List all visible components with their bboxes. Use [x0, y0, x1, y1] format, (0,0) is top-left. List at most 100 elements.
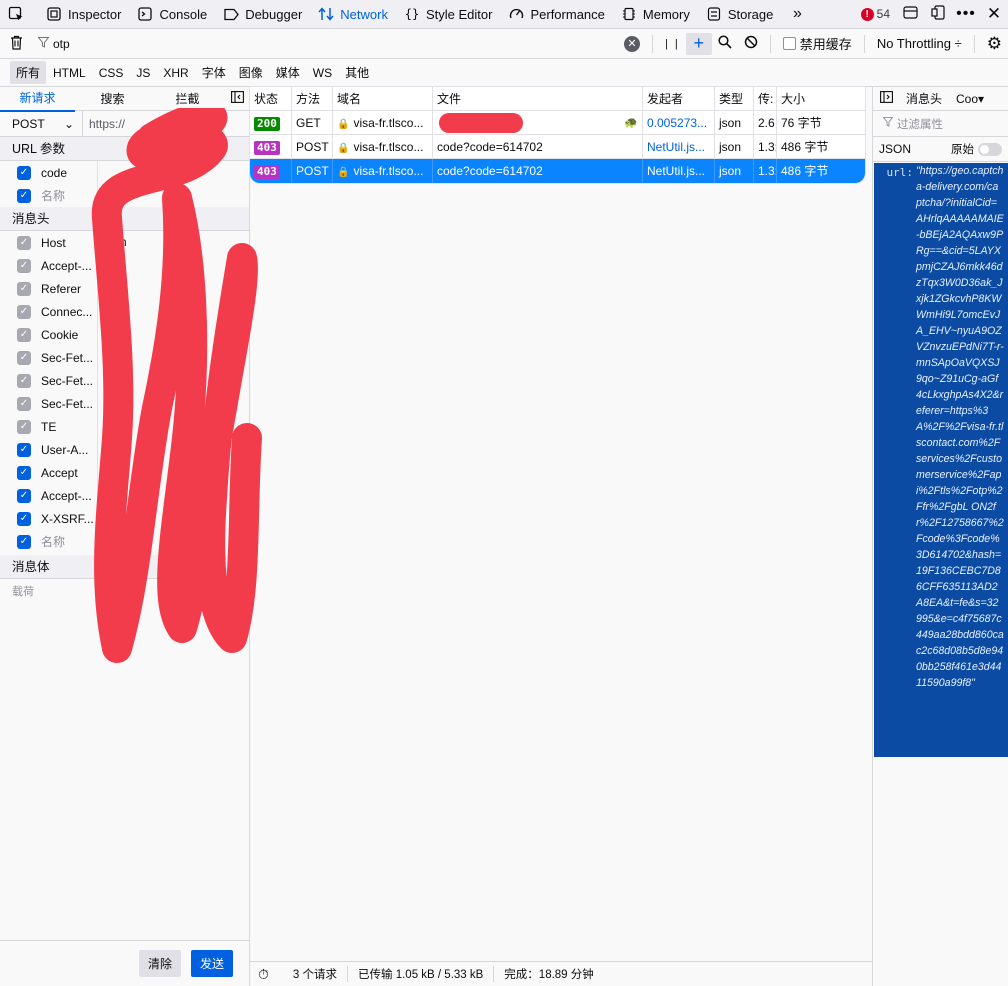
param-checkbox[interactable]: ✓ — [17, 327, 31, 342]
type-fonts-button[interactable]: 字体 — [196, 61, 232, 84]
param-name[interactable]: Sec-Fet... — [41, 374, 97, 388]
more-options-button[interactable]: ••• — [952, 0, 980, 29]
tab-blocking[interactable]: 拦截 — [150, 87, 225, 111]
param-value[interactable] — [97, 254, 249, 277]
col-status[interactable]: 状态 — [250, 87, 292, 111]
toggle-sidebar-button[interactable] — [873, 91, 899, 106]
param-checkbox[interactable]: ✓ — [17, 258, 31, 273]
param-value[interactable] — [97, 507, 249, 530]
split-console-button[interactable] — [896, 0, 924, 29]
request-url-input[interactable]: https:// — [82, 110, 249, 137]
initiator-link[interactable]: 0.005273... — [647, 116, 707, 130]
tab-headers[interactable]: 消息头 — [899, 90, 949, 107]
tab-console[interactable]: Console — [129, 0, 215, 29]
param-value[interactable] — [97, 530, 249, 553]
initiator-cell[interactable]: NetUtil.js... — [643, 134, 715, 159]
param-value[interactable] — [97, 438, 249, 461]
type-all-button[interactable]: 所有 — [10, 61, 47, 84]
param-name[interactable]: Accept-... — [41, 259, 97, 273]
tab-inspector[interactable]: Inspector — [38, 0, 129, 29]
tab-storage[interactable]: Storage — [698, 0, 782, 29]
param-checkbox[interactable]: ✓ — [17, 165, 31, 180]
json-url-entry[interactable]: url: "https://geo.captcha-delivery.com/c… — [874, 163, 1008, 757]
param-name[interactable]: code — [41, 166, 97, 180]
param-value[interactable] — [97, 415, 249, 438]
pause-button[interactable]: | | — [659, 29, 686, 59]
table-row[interactable]: 403 POST 🔒 visa-fr.tlsco... code?code=614702… — [250, 134, 865, 159]
param-value[interactable] — [97, 392, 249, 415]
col-size[interactable]: 大小 — [777, 87, 865, 111]
type-js-button[interactable]: JS — [130, 63, 156, 83]
param-checkbox[interactable]: ✓ — [17, 442, 31, 457]
type-images-button[interactable]: 图像 — [233, 61, 269, 84]
param-value[interactable] — [97, 346, 249, 369]
col-file[interactable]: 文件 — [433, 87, 643, 111]
param-name[interactable]: Accept-... — [41, 489, 97, 503]
param-value[interactable] — [97, 184, 249, 207]
tab-debugger[interactable]: Debugger — [215, 0, 310, 29]
param-name[interactable]: Sec-Fet... — [41, 351, 97, 365]
param-checkbox[interactable]: ✓ — [17, 419, 31, 434]
new-request-button[interactable]: + — [685, 32, 712, 55]
param-name[interactable]: 名称 — [41, 187, 97, 204]
error-count-badge[interactable]: ! 54 — [860, 7, 890, 21]
tab-cookies[interactable]: Coo▾ — [949, 92, 991, 106]
param-value[interactable] — [97, 461, 249, 484]
clear-requests-button[interactable] — [0, 35, 32, 53]
col-method[interactable]: 方法 — [292, 87, 333, 111]
param-value[interactable] — [97, 369, 249, 392]
param-value[interactable]: com — [97, 231, 249, 254]
search-button[interactable] — [712, 29, 738, 59]
raw-toggle[interactable] — [978, 142, 1002, 156]
param-name[interactable]: User-A... — [41, 443, 97, 457]
clear-button[interactable]: 清除 — [138, 950, 181, 977]
initiator-cell[interactable]: NetUtil.js... — [643, 159, 715, 183]
type-html-button[interactable]: HTML — [47, 63, 92, 83]
tab-search[interactable]: 搜索 — [75, 87, 150, 111]
param-checkbox[interactable]: ✓ — [17, 534, 31, 549]
tab-memory[interactable]: Memory — [613, 0, 698, 29]
network-settings-button[interactable]: ⚙ — [981, 29, 1008, 59]
table-row[interactable]: 403 POST 🔒 visa-fr.tlsco... code?code=614702… — [250, 159, 865, 183]
tab-performance[interactable]: Performance — [500, 0, 612, 29]
block-requests-button[interactable] — [738, 29, 764, 59]
param-name[interactable]: X-XSRF... — [41, 512, 97, 526]
filter-urls-input[interactable]: otp — [53, 37, 618, 51]
param-checkbox[interactable]: ✓ — [17, 396, 31, 411]
param-value[interactable] — [97, 323, 249, 346]
tab-style-editor[interactable]: {} Style Editor — [396, 0, 500, 29]
type-ws-button[interactable]: WS — [307, 63, 338, 83]
send-button[interactable]: 发送 — [190, 950, 233, 977]
col-initiator[interactable]: 发起者 — [643, 87, 715, 111]
param-checkbox[interactable]: ✓ — [17, 373, 31, 388]
type-media-button[interactable]: 媒体 — [270, 61, 306, 84]
param-name[interactable]: Host — [41, 236, 97, 250]
more-tools-button[interactable]: » — [781, 0, 819, 29]
param-name[interactable]: Connec... — [41, 305, 97, 319]
throttling-select[interactable]: No Throttling ÷ — [871, 29, 968, 59]
initiator-cell[interactable]: 0.005273... — [643, 110, 715, 135]
param-checkbox[interactable]: ✓ — [17, 465, 31, 480]
param-value[interactable] — [97, 484, 249, 507]
col-domain[interactable]: 域名 — [333, 87, 433, 111]
initiator-link[interactable]: NetUtil.js... — [647, 140, 705, 154]
param-checkbox[interactable]: ✓ — [17, 488, 31, 503]
body-textarea[interactable]: 载荷 — [0, 579, 249, 603]
table-row[interactable]: 200 GET 🔒 visa-fr.tlsco... 🐢 0.005273... json 2… — [250, 110, 865, 135]
dock-options-button[interactable] — [924, 0, 952, 29]
col-transferred[interactable]: 传: — [754, 87, 777, 111]
element-picker-button[interactable] — [0, 0, 38, 29]
type-css-button[interactable]: CSS — [93, 63, 130, 83]
param-name[interactable]: 名称 — [41, 533, 97, 550]
param-name[interactable]: Cookie — [41, 328, 97, 342]
param-value[interactable] — [97, 161, 249, 184]
param-checkbox[interactable]: ✓ — [17, 235, 31, 250]
method-select[interactable]: POST ⌄ — [0, 117, 82, 131]
clear-filter-button[interactable]: ✕ — [618, 29, 646, 59]
tab-new-request[interactable]: 新请求 — [0, 86, 75, 112]
tab-network[interactable]: Network — [310, 0, 396, 29]
param-name[interactable]: Accept — [41, 466, 97, 480]
param-name[interactable]: Referer — [41, 282, 97, 296]
collapse-panel-button[interactable] — [225, 91, 249, 106]
param-checkbox[interactable]: ✓ — [17, 511, 31, 526]
